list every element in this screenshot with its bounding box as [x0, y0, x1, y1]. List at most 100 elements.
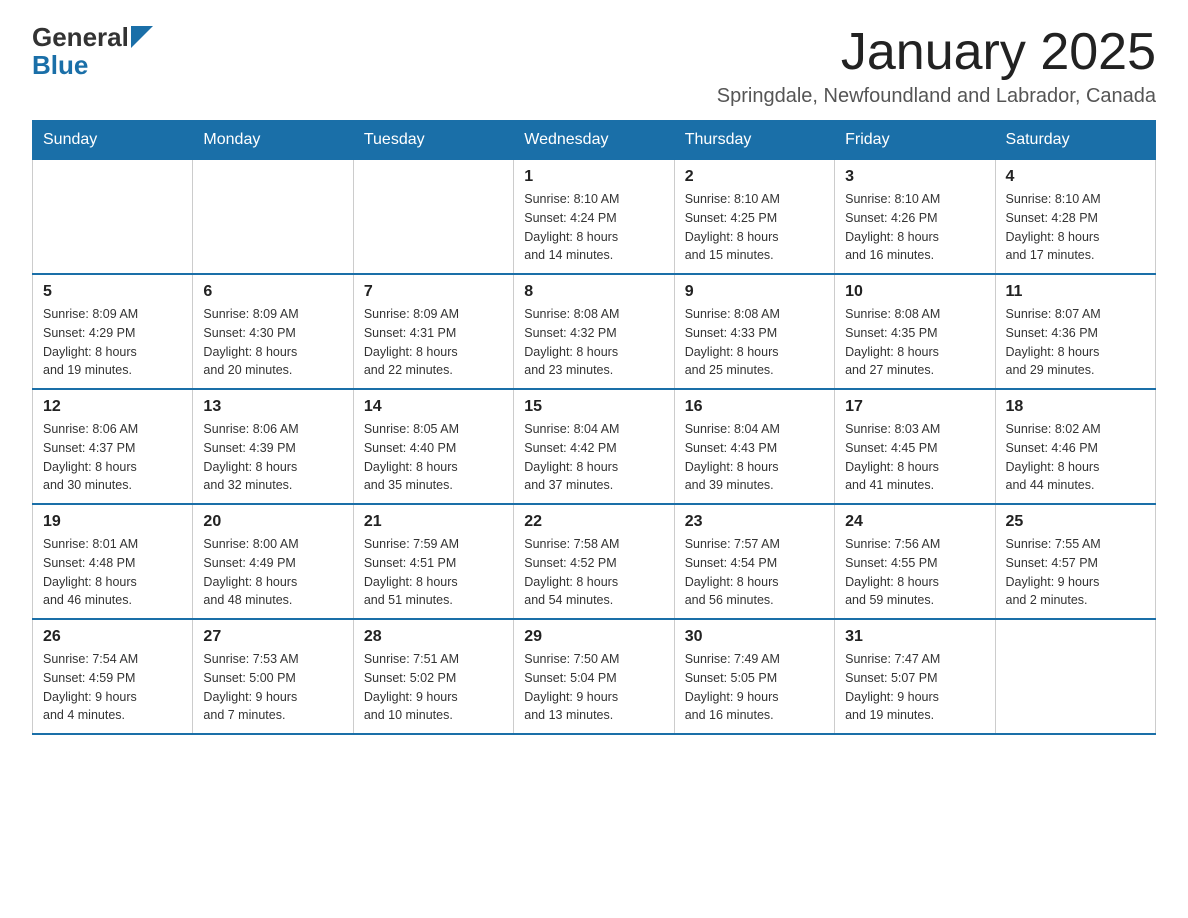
calendar-day-cell: [995, 619, 1155, 734]
day-info: Sunrise: 7:55 AM Sunset: 4:57 PM Dayligh…: [1006, 535, 1145, 610]
calendar-day-cell: 6Sunrise: 8:09 AM Sunset: 4:30 PM Daylig…: [193, 274, 353, 389]
day-of-week-header: Tuesday: [353, 121, 513, 160]
calendar-body: 1Sunrise: 8:10 AM Sunset: 4:24 PM Daylig…: [33, 160, 1156, 735]
calendar-day-cell: [353, 160, 513, 275]
calendar-week-row: 12 Sunrise: 8:06 AM Sunset: 4:37 PM Dayli…: [33, 389, 1156, 504]
day-info: Sunrise: 7:56 AM Sunset: 4:55 PM Dayligh…: [845, 535, 984, 610]
day-number: 28: [364, 628, 503, 646]
day-of-week-header: Friday: [835, 121, 995, 160]
calendar-day-cell: 17 Sunrise: 8:03 AM Sunset: 4:45 PM Dayli…: [835, 389, 995, 504]
day-info: Sunrise: 8:10 AM Sunset: 4:25 PM Dayligh…: [685, 190, 824, 265]
calendar-day-cell: [33, 160, 193, 275]
day-number: 12: [43, 398, 182, 416]
day-number: 13: [203, 398, 342, 416]
calendar-day-cell: 12 Sunrise: 8:06 AM Sunset: 4:37 PM Dayli…: [33, 389, 193, 504]
day-number: 7: [364, 283, 503, 301]
day-number: 19: [43, 513, 182, 531]
calendar-day-cell: 24 Sunrise: 7:56 AM Sunset: 4:55 PM Dayli…: [835, 504, 995, 619]
day-of-week-header: Monday: [193, 121, 353, 160]
title-block: January 2025 Springdale, Newfoundland an…: [717, 24, 1156, 108]
day-number: 14: [364, 398, 503, 416]
logo: General Blue: [32, 24, 153, 81]
logo-triangle-icon: [131, 26, 153, 48]
calendar-day-cell: [193, 160, 353, 275]
calendar-day-cell: 23Sunrise: 7:57 AM Sunset: 4:54 PM Dayli…: [674, 504, 834, 619]
calendar-day-cell: 14 Sunrise: 8:05 AM Sunset: 4:40 PM Dayli…: [353, 389, 513, 504]
calendar-week-row: 1Sunrise: 8:10 AM Sunset: 4:24 PM Daylig…: [33, 160, 1156, 275]
calendar-day-cell: 20 Sunrise: 8:00 AM Sunset: 4:49 PM Dayli…: [193, 504, 353, 619]
day-number: 17: [845, 398, 984, 416]
calendar-day-cell: 21 Sunrise: 7:59 AM Sunset: 4:51 PM Dayli…: [353, 504, 513, 619]
day-number: 6: [203, 283, 342, 301]
calendar-day-cell: 16 Sunrise: 8:04 AM Sunset: 4:43 PM Dayli…: [674, 389, 834, 504]
days-of-week-row: SundayMondayTuesdayWednesdayThursdayFrid…: [33, 121, 1156, 160]
calendar-week-row: 5Sunrise: 8:09 AM Sunset: 4:29 PM Daylig…: [33, 274, 1156, 389]
calendar-day-cell: 3 Sunrise: 8:10 AM Sunset: 4:26 PM Daylig…: [835, 160, 995, 275]
day-info: Sunrise: 8:06 AM Sunset: 4:37 PM Dayligh…: [43, 420, 182, 495]
logo-blue-text: Blue: [32, 50, 88, 81]
day-info: Sunrise: 8:08 AM Sunset: 4:35 PM Dayligh…: [845, 305, 984, 380]
day-info: Sunrise: 8:00 AM Sunset: 4:49 PM Dayligh…: [203, 535, 342, 610]
day-number: 16: [685, 398, 824, 416]
day-info: Sunrise: 8:02 AM Sunset: 4:46 PM Dayligh…: [1006, 420, 1145, 495]
calendar-day-cell: 11Sunrise: 8:07 AM Sunset: 4:36 PM Dayli…: [995, 274, 1155, 389]
day-info: Sunrise: 8:09 AM Sunset: 4:31 PM Dayligh…: [364, 305, 503, 380]
day-number: 21: [364, 513, 503, 531]
day-info: Sunrise: 8:10 AM Sunset: 4:26 PM Dayligh…: [845, 190, 984, 265]
day-info: Sunrise: 8:08 AM Sunset: 4:32 PM Dayligh…: [524, 305, 663, 380]
calendar-table: SundayMondayTuesdayWednesdayThursdayFrid…: [32, 120, 1156, 735]
day-number: 15: [524, 398, 663, 416]
calendar-day-cell: 31Sunrise: 7:47 AM Sunset: 5:07 PM Dayli…: [835, 619, 995, 734]
calendar-week-row: 19 Sunrise: 8:01 AM Sunset: 4:48 PM Dayli…: [33, 504, 1156, 619]
day-number: 4: [1006, 168, 1145, 186]
calendar-day-cell: 18 Sunrise: 8:02 AM Sunset: 4:46 PM Dayli…: [995, 389, 1155, 504]
calendar-week-row: 26Sunrise: 7:54 AM Sunset: 4:59 PM Dayli…: [33, 619, 1156, 734]
day-number: 8: [524, 283, 663, 301]
day-number: 9: [685, 283, 824, 301]
day-info: Sunrise: 8:01 AM Sunset: 4:48 PM Dayligh…: [43, 535, 182, 610]
day-number: 27: [203, 628, 342, 646]
calendar-day-cell: 2 Sunrise: 8:10 AM Sunset: 4:25 PM Daylig…: [674, 160, 834, 275]
day-number: 2: [685, 168, 824, 186]
day-number: 18: [1006, 398, 1145, 416]
day-number: 22: [524, 513, 663, 531]
calendar-day-cell: 8 Sunrise: 8:08 AM Sunset: 4:32 PM Daylig…: [514, 274, 674, 389]
day-info: Sunrise: 8:04 AM Sunset: 4:42 PM Dayligh…: [524, 420, 663, 495]
calendar-day-cell: 5Sunrise: 8:09 AM Sunset: 4:29 PM Daylig…: [33, 274, 193, 389]
calendar-day-cell: 30Sunrise: 7:49 AM Sunset: 5:05 PM Dayli…: [674, 619, 834, 734]
day-info: Sunrise: 7:58 AM Sunset: 4:52 PM Dayligh…: [524, 535, 663, 610]
day-number: 31: [845, 628, 984, 646]
logo-general-text: General: [32, 24, 129, 50]
day-number: 1: [524, 168, 663, 186]
page-header: General Blue January 2025 Springdale, Ne…: [32, 24, 1156, 108]
day-info: Sunrise: 7:53 AM Sunset: 5:00 PM Dayligh…: [203, 650, 342, 725]
day-number: 3: [845, 168, 984, 186]
day-info: Sunrise: 8:07 AM Sunset: 4:36 PM Dayligh…: [1006, 305, 1145, 380]
calendar-day-cell: 10 Sunrise: 8:08 AM Sunset: 4:35 PM Dayli…: [835, 274, 995, 389]
day-info: Sunrise: 8:03 AM Sunset: 4:45 PM Dayligh…: [845, 420, 984, 495]
day-number: 24: [845, 513, 984, 531]
day-info: Sunrise: 8:04 AM Sunset: 4:43 PM Dayligh…: [685, 420, 824, 495]
calendar-day-cell: 7 Sunrise: 8:09 AM Sunset: 4:31 PM Daylig…: [353, 274, 513, 389]
day-number: 20: [203, 513, 342, 531]
calendar-header: SundayMondayTuesdayWednesdayThursdayFrid…: [33, 121, 1156, 160]
day-of-week-header: Wednesday: [514, 121, 674, 160]
day-number: 26: [43, 628, 182, 646]
day-number: 25: [1006, 513, 1145, 531]
calendar-day-cell: 22 Sunrise: 7:58 AM Sunset: 4:52 PM Dayli…: [514, 504, 674, 619]
calendar-day-cell: 26Sunrise: 7:54 AM Sunset: 4:59 PM Dayli…: [33, 619, 193, 734]
calendar-day-cell: 4 Sunrise: 8:10 AM Sunset: 4:28 PM Daylig…: [995, 160, 1155, 275]
day-info: Sunrise: 7:59 AM Sunset: 4:51 PM Dayligh…: [364, 535, 503, 610]
calendar-day-cell: 27 Sunrise: 7:53 AM Sunset: 5:00 PM Dayli…: [193, 619, 353, 734]
day-number: 5: [43, 283, 182, 301]
day-info: Sunrise: 8:10 AM Sunset: 4:28 PM Dayligh…: [1006, 190, 1145, 265]
calendar-day-cell: 9Sunrise: 8:08 AM Sunset: 4:33 PM Daylig…: [674, 274, 834, 389]
calendar-day-cell: 13 Sunrise: 8:06 AM Sunset: 4:39 PM Dayli…: [193, 389, 353, 504]
calendar-day-cell: 29Sunrise: 7:50 AM Sunset: 5:04 PM Dayli…: [514, 619, 674, 734]
day-number: 10: [845, 283, 984, 301]
day-info: Sunrise: 8:06 AM Sunset: 4:39 PM Dayligh…: [203, 420, 342, 495]
day-of-week-header: Thursday: [674, 121, 834, 160]
day-info: Sunrise: 7:57 AM Sunset: 4:54 PM Dayligh…: [685, 535, 824, 610]
day-info: Sunrise: 8:05 AM Sunset: 4:40 PM Dayligh…: [364, 420, 503, 495]
day-of-week-header: Sunday: [33, 121, 193, 160]
